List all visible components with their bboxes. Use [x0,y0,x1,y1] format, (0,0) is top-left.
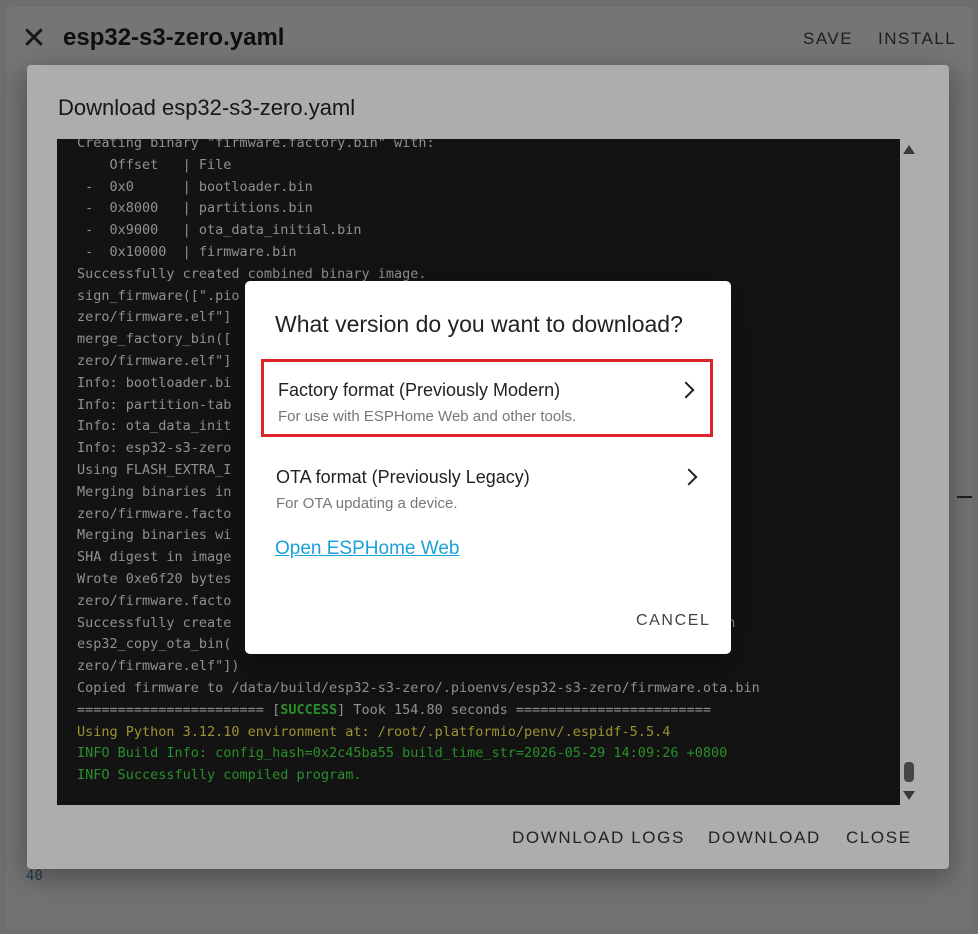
option-title: OTA format (Previously Legacy) [276,467,530,487]
ota-format-option[interactable]: OTA format (Previously Legacy) For OTA u… [261,449,713,527]
option-title: Factory format (Previously Modern) [278,380,561,400]
version-dialog-title: What version do you want to download? [275,311,683,337]
option-description: For use with ESPHome Web and other tools… [278,408,577,425]
open-esphome-web-link[interactable]: Open ESPHome Web [275,538,459,560]
cancel-button[interactable]: CANCEL [636,612,711,630]
option-description: For OTA updating a device. [276,495,458,512]
factory-format-option[interactable]: Factory format (Previously Modern) For u… [261,359,713,437]
chevron-right-icon [677,381,695,399]
chevron-right-icon [680,468,698,486]
version-dialog: What version do you want to download? Fa… [245,281,731,654]
